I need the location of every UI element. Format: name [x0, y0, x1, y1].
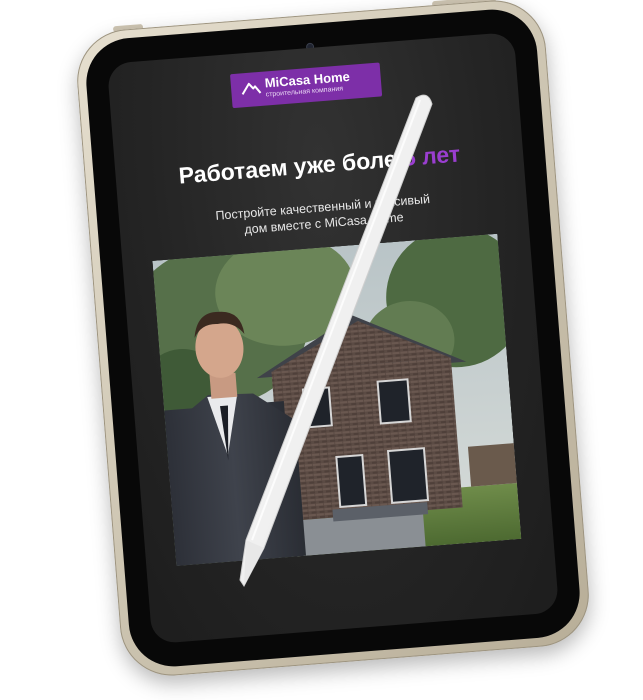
house-photo [152, 233, 522, 566]
roof-logo-icon [241, 82, 262, 95]
headline-main: Работаем уже боле [177, 145, 398, 189]
product-mockup: MiCasa Home строительная компания Работа… [0, 0, 643, 700]
headline-accent: 5 лет [401, 140, 461, 171]
brand-logo[interactable]: MiCasa Home строительная компания [229, 62, 383, 109]
tablet-device: MiCasa Home строительная компания Работа… [73, 0, 593, 680]
tablet-screen: MiCasa Home строительная компания Работа… [106, 31, 560, 645]
hero-photo [152, 233, 522, 566]
page-title: Работаем уже боле 5 лет [115, 136, 524, 195]
